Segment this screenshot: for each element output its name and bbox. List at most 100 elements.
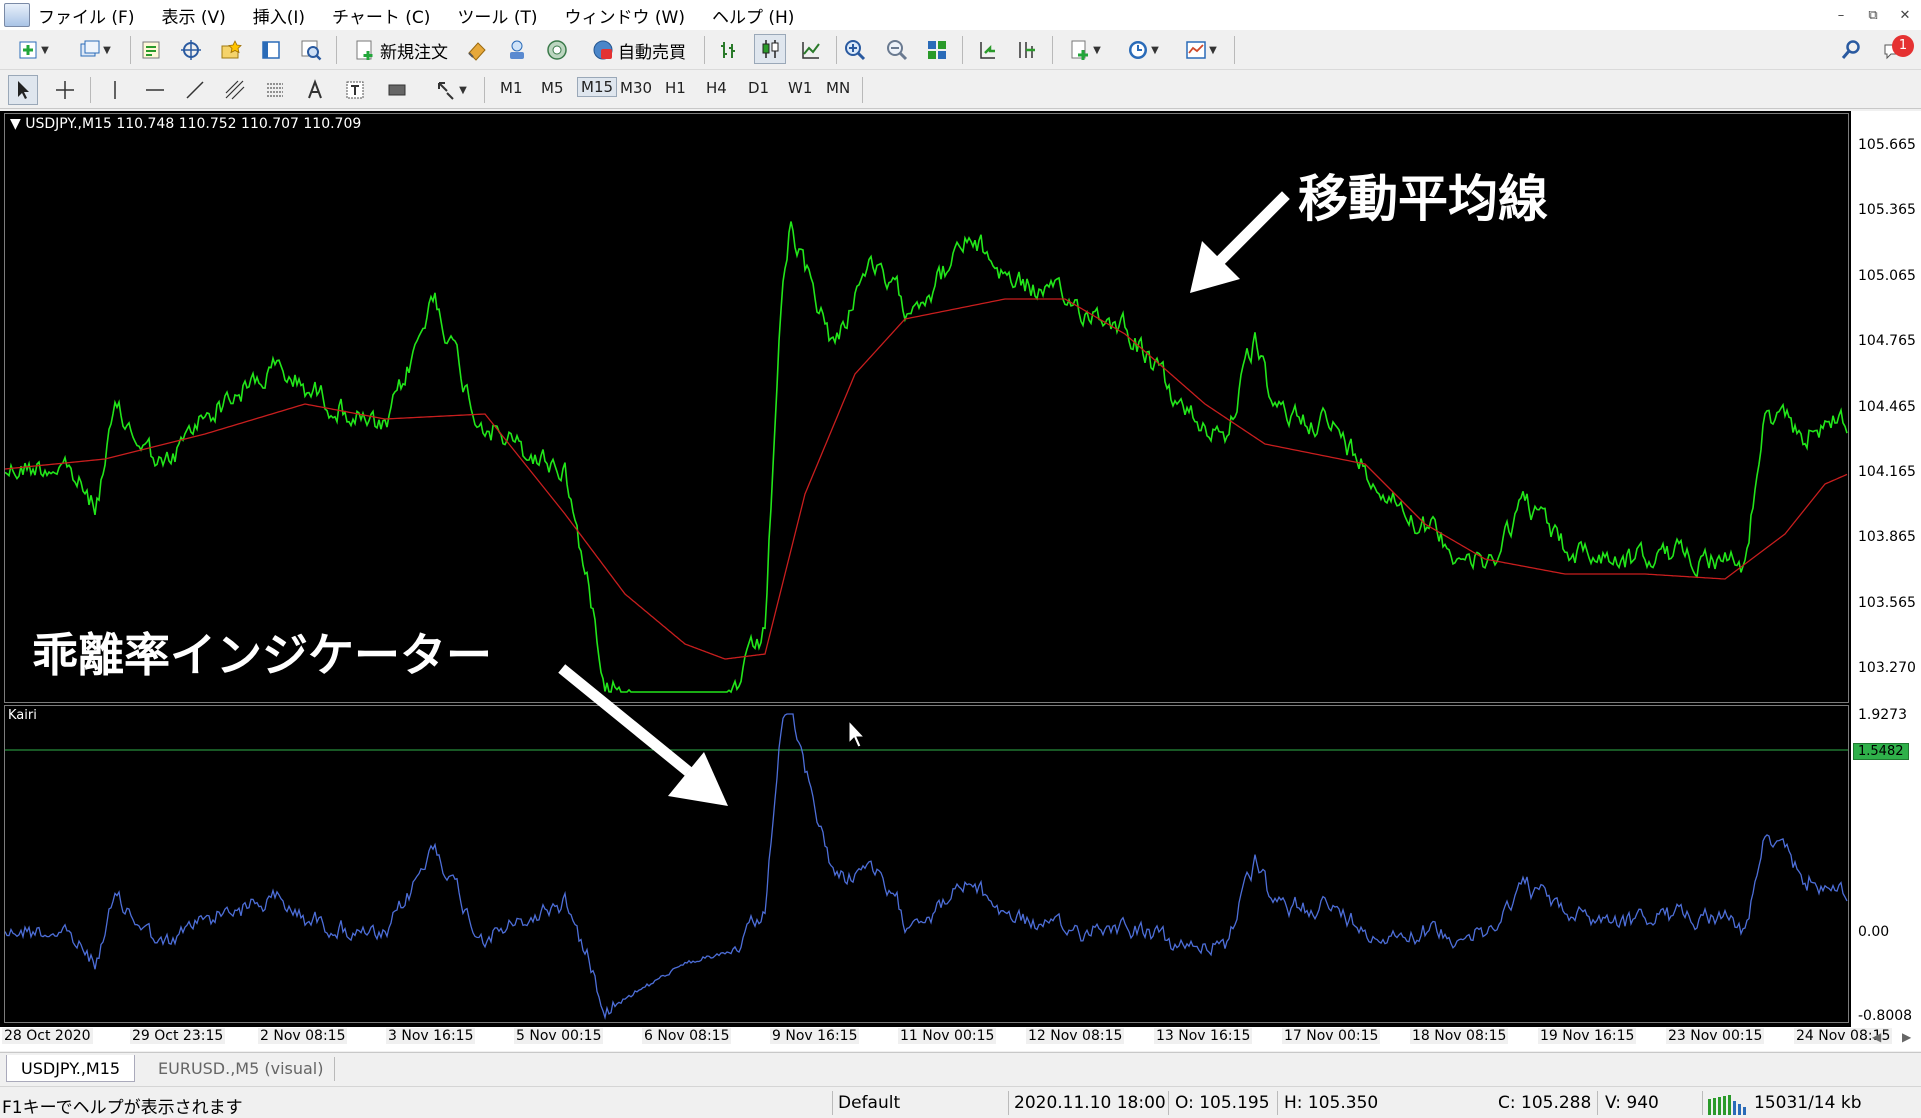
separator <box>1234 36 1235 64</box>
chart-header: ▼ USDJPY.,M15 110.748 110.752 110.707 11… <box>10 116 362 132</box>
text-label-icon <box>346 81 364 99</box>
timeframe-h1[interactable]: H1 <box>665 79 686 97</box>
tile-windows-button[interactable] <box>922 35 952 65</box>
crosshair-button[interactable] <box>50 75 80 105</box>
auto-scroll-button[interactable] <box>972 35 1002 65</box>
minimize-icon[interactable]: – <box>1825 8 1857 23</box>
navigator-button[interactable] <box>216 35 246 65</box>
timeframe-w1[interactable]: W1 <box>788 79 812 97</box>
close-icon[interactable]: ✕ <box>1889 8 1921 23</box>
signals-icon <box>510 40 524 59</box>
fibonacci-icon <box>267 83 283 97</box>
app-icon <box>4 3 30 27</box>
horizontal-line-button[interactable] <box>140 75 170 105</box>
tab-eurusd-m5[interactable]: EURUSD.,M5 (visual) <box>144 1055 338 1082</box>
trend-line-icon <box>186 81 204 99</box>
templates-button[interactable]: ▼ <box>1176 35 1226 65</box>
status-high: H: 105.350 <box>1284 1093 1379 1113</box>
time-tick: 12 Nov 08:15 <box>1026 1028 1125 1044</box>
auto-trading-button[interactable]: 自動売買 <box>584 35 694 65</box>
separator <box>1052 36 1053 64</box>
timeframe-m30[interactable]: M30 <box>620 79 652 97</box>
chart-window[interactable]: ▼ USDJPY.,M15 110.748 110.752 110.707 11… <box>0 111 1921 1051</box>
vertical-line-button[interactable] <box>100 75 130 105</box>
indicator-tick: -0.8008 <box>1858 1008 1913 1024</box>
chevron-down-icon: ▼ <box>1093 44 1101 56</box>
chevron-down-icon: ▼ <box>1151 44 1159 56</box>
menu-window[interactable]: ウィンドウ (W) <box>564 3 684 28</box>
navigator-star-icon <box>221 40 242 59</box>
market-watch-button[interactable] <box>136 35 166 65</box>
metaeditor-icon <box>468 42 486 61</box>
time-tick: 28 Oct 2020 <box>2 1028 93 1044</box>
data-window-button[interactable] <box>176 35 206 65</box>
scroll-right-icon[interactable]: ▶ <box>1902 1030 1911 1044</box>
price-tick: 105.665 <box>1858 137 1916 153</box>
menu-chart[interactable]: チャート (C) <box>332 3 430 28</box>
status-profile: Default <box>838 1093 901 1113</box>
text-a-icon <box>308 79 322 99</box>
market-globe-icon <box>547 40 567 60</box>
text-button[interactable] <box>300 75 330 105</box>
price-tick: 103.565 <box>1858 595 1916 611</box>
scroll-left-icon[interactable]: ◀ <box>1872 1030 1881 1044</box>
metaeditor-button[interactable] <box>462 35 492 65</box>
rectangle-button[interactable] <box>382 75 412 105</box>
bar-chart-icon <box>721 42 735 58</box>
crosshair-icon <box>56 81 74 99</box>
price-tick: 105.065 <box>1858 268 1916 284</box>
signals-button[interactable] <box>502 35 532 65</box>
indicator-tick: 0.00 <box>1858 924 1890 940</box>
profiles-button[interactable]: ▼ <box>70 35 120 65</box>
periods-button[interactable]: ▼ <box>1118 35 1168 65</box>
search-button[interactable] <box>1836 35 1866 65</box>
drawing-toolbar: ▼ M1 M5 M15 M30 H1 H4 D1 W1 MN <box>0 71 1921 109</box>
new-order-button[interactable]: 新規注文 <box>346 35 456 65</box>
separator <box>336 36 337 64</box>
terminal-button[interactable] <box>256 35 286 65</box>
indicator-tick: 1.9273 <box>1858 707 1907 723</box>
cursor-arrow-icon <box>18 81 29 99</box>
menu-view[interactable]: 表示 (V) <box>161 3 225 28</box>
menu-help[interactable]: ヘルプ (H) <box>712 3 794 28</box>
notifications-button[interactable]: 1 <box>1874 35 1914 65</box>
ma-annotation-arrow <box>1190 191 1290 293</box>
chart-shift-button[interactable] <box>1012 35 1042 65</box>
chevron-down-icon: ▼ <box>1209 44 1217 56</box>
menu-insert[interactable]: 挿入(I) <box>253 3 305 28</box>
fibonacci-button[interactable] <box>260 75 290 105</box>
arrows-button[interactable]: ▼ <box>426 75 476 105</box>
timeframe-m15[interactable]: M15 <box>577 77 618 97</box>
timeframe-d1[interactable]: D1 <box>748 79 769 97</box>
market-button[interactable] <box>542 35 572 65</box>
menu-tools[interactable]: ツール (T) <box>457 3 537 28</box>
timeframe-mn[interactable]: MN <box>826 79 850 97</box>
timeframe-m5[interactable]: M5 <box>541 79 564 97</box>
cursor-button[interactable] <box>8 75 38 105</box>
zoom-out-button[interactable] <box>882 35 912 65</box>
menu-bar: ファイル (F) 表示 (V) 挿入(I) チャート (C) ツール (T) ウ… <box>0 0 1921 30</box>
candlestick-button[interactable] <box>754 34 786 64</box>
zoom-out-icon <box>887 40 908 61</box>
zoom-in-button[interactable] <box>840 35 870 65</box>
indicators-button[interactable]: ▼ <box>1060 35 1110 65</box>
text-label-button[interactable] <box>340 75 370 105</box>
status-bar: F1キーでヘルプが表示されます Default 2020.11.10 18:00… <box>0 1086 1921 1118</box>
restore-icon[interactable]: ⧉ <box>1857 8 1889 23</box>
rectangle-icon <box>388 84 406 96</box>
strategy-tester-button[interactable] <box>296 35 326 65</box>
bar-chart-button[interactable] <box>714 35 744 65</box>
timeframe-m1[interactable]: M1 <box>500 79 523 97</box>
trend-line-button[interactable] <box>180 75 210 105</box>
line-chart-button[interactable] <box>796 35 826 65</box>
market-watch-icon <box>142 41 160 59</box>
separator <box>1277 1091 1278 1115</box>
timeframe-h4[interactable]: H4 <box>706 79 727 97</box>
new-chart-button[interactable]: ▼ <box>8 35 58 65</box>
indicator-annotation-arrow <box>558 664 728 806</box>
new-chart-icon <box>19 41 37 59</box>
equidistant-channel-button[interactable] <box>220 75 250 105</box>
menu-file[interactable]: ファイル (F) <box>38 3 134 28</box>
tab-usdjpy-m15[interactable]: USDJPY.,M15 <box>6 1055 136 1082</box>
separator <box>862 77 863 103</box>
